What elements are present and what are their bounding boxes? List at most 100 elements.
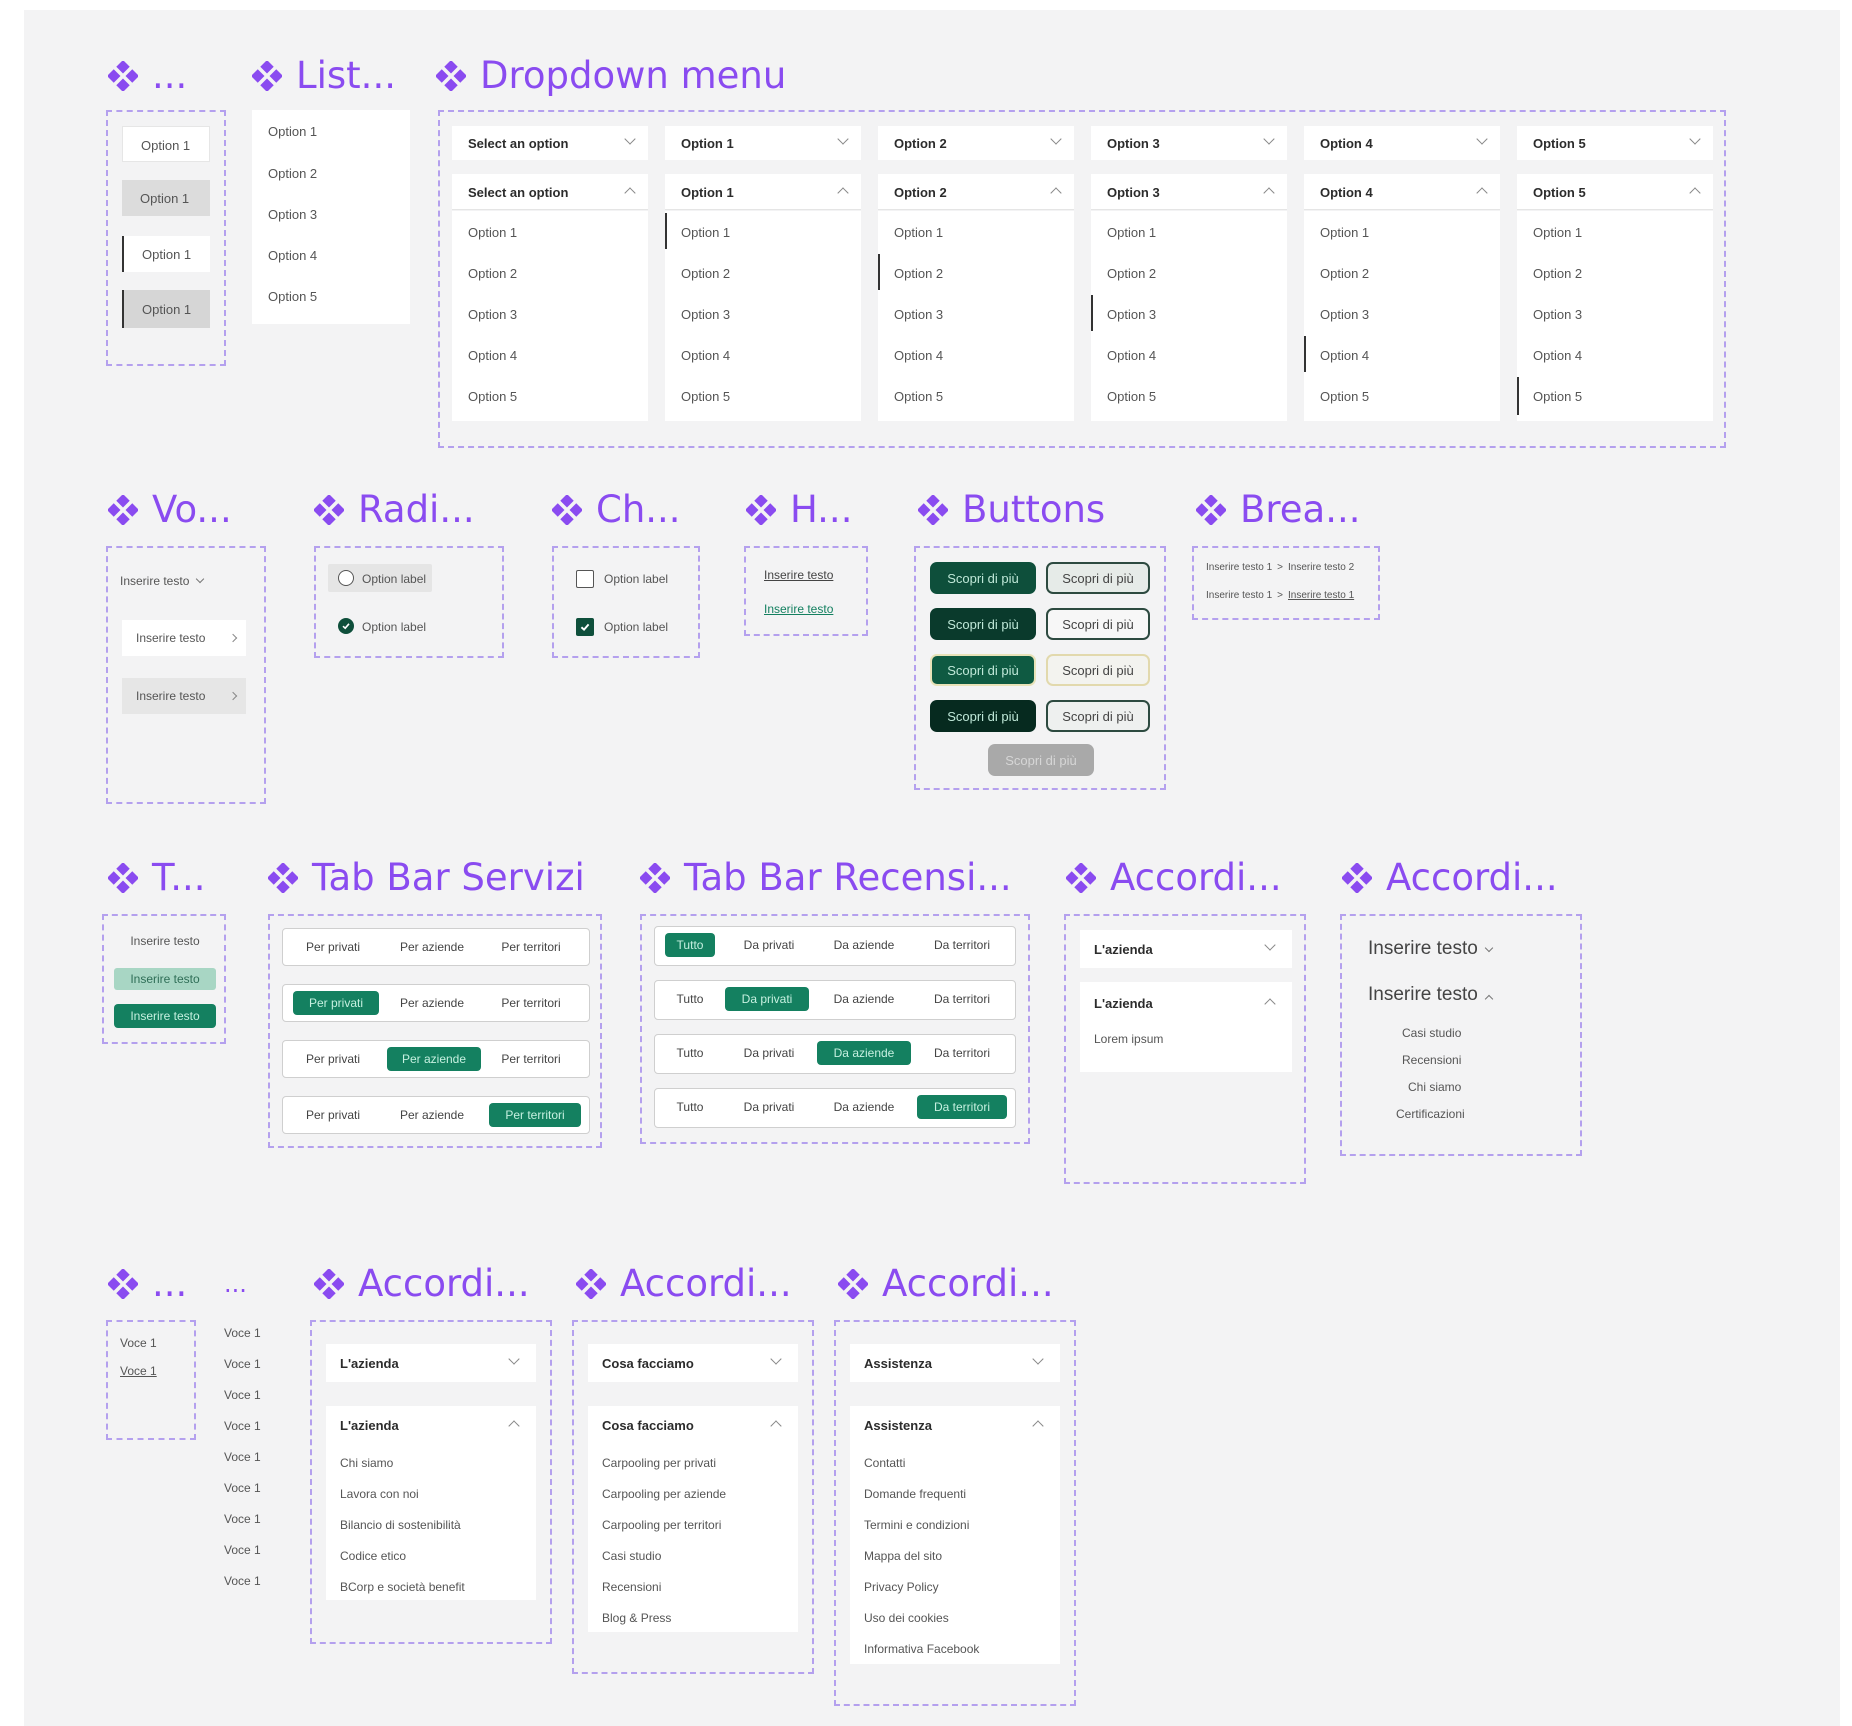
- accordion-link[interactable]: Codice etico: [340, 1549, 406, 1563]
- tab-per-privati[interactable]: Per privati: [293, 991, 379, 1015]
- dropdown-open[interactable]: Option 4: [1304, 174, 1500, 210]
- voce-item[interactable]: Voce 1: [224, 1357, 261, 1371]
- voce-item[interactable]: Voce 1: [224, 1574, 261, 1588]
- accordion-link[interactable]: Contatti: [864, 1456, 905, 1470]
- tab-tutto[interactable]: Tutto: [665, 933, 715, 957]
- dropdown-option[interactable]: Option 1: [1533, 225, 1582, 240]
- accordion-link[interactable]: Recensioni: [1402, 1053, 1461, 1067]
- list-item[interactable]: Option 3: [268, 207, 317, 222]
- voce-item[interactable]: Voce 1: [224, 1543, 261, 1557]
- tab-da-territori[interactable]: Da territori: [917, 1041, 1007, 1065]
- breadcrumb-item[interactable]: Inserire testo 2: [1288, 562, 1354, 573]
- dropdown-option[interactable]: Option 4: [1533, 348, 1582, 363]
- dropdown-option[interactable]: Option 3: [894, 307, 943, 322]
- tab-tutto[interactable]: Tutto: [665, 987, 715, 1011]
- voice-menu[interactable]: Inserire testo: [120, 574, 205, 588]
- dropdown-option[interactable]: Option 5: [1320, 389, 1369, 404]
- primary-button-pressed[interactable]: Scopri di più: [930, 700, 1036, 732]
- accordion-link[interactable]: Uso dei cookies: [864, 1611, 949, 1625]
- list-item[interactable]: Option 5: [268, 289, 317, 304]
- primary-button-hover[interactable]: Scopri di più: [930, 608, 1036, 640]
- dropdown-option[interactable]: Option 1: [681, 225, 730, 240]
- accordion-link[interactable]: Chi siamo: [1408, 1080, 1461, 1094]
- accordion-link[interactable]: Informativa Facebook: [864, 1642, 979, 1656]
- tab-per-aziende[interactable]: Per aziende: [387, 1047, 481, 1071]
- tab-da-territori[interactable]: Da territori: [917, 987, 1007, 1011]
- chevron-up-icon[interactable]: [1032, 1420, 1044, 1432]
- voce-item[interactable]: Voce 1: [224, 1512, 261, 1526]
- list-item[interactable]: Option 2: [268, 166, 317, 181]
- accordion-link[interactable]: Carpooling per privati: [602, 1456, 716, 1470]
- accordion-link[interactable]: Carpooling per territori: [602, 1518, 721, 1532]
- accordion-title[interactable]: Cosa facciamo: [602, 1418, 694, 1433]
- tab-tutto[interactable]: Tutto: [665, 1095, 715, 1119]
- voce-link[interactable]: Voce 1: [120, 1336, 157, 1350]
- secondary-button[interactable]: Scopri di più: [1046, 562, 1150, 594]
- dropdown-option[interactable]: Option 4: [681, 348, 730, 363]
- tab-da-aziende[interactable]: Da aziende: [819, 1095, 909, 1119]
- tab-per-territori[interactable]: Per territori: [487, 1047, 575, 1071]
- accordion-header[interactable]: Inserire testo: [1368, 938, 1494, 960]
- accordion-link[interactable]: Lavora con noi: [340, 1487, 419, 1501]
- dropdown-closed[interactable]: Option 3: [1091, 126, 1287, 160]
- tab-per-privati[interactable]: Per privati: [293, 1103, 373, 1127]
- item-default[interactable]: Option 1: [122, 126, 210, 162]
- voce-link-hover[interactable]: Voce 1: [120, 1364, 157, 1378]
- accordion-link[interactable]: Termini e condizioni: [864, 1518, 969, 1532]
- accordion-link[interactable]: Mappa del sito: [864, 1549, 942, 1563]
- tab-per-aziende[interactable]: Per aziende: [389, 935, 475, 959]
- dropdown-option[interactable]: Option 2: [468, 266, 517, 281]
- tab-da-privati[interactable]: Da privati: [729, 933, 809, 957]
- accordion-link[interactable]: Bilancio di sostenibilità: [340, 1518, 461, 1532]
- dropdown-open[interactable]: Option 3: [1091, 174, 1287, 210]
- list-item[interactable]: Option 1: [268, 124, 317, 139]
- hyperlink-hover[interactable]: Inserire testo: [764, 602, 833, 616]
- list-item[interactable]: Option 4: [268, 248, 317, 263]
- secondary-button-hover[interactable]: Scopri di più: [1046, 608, 1150, 640]
- primary-button[interactable]: Scopri di più: [930, 562, 1036, 594]
- tab-per-privati[interactable]: Per privati: [293, 1047, 373, 1071]
- dropdown-option[interactable]: Option 1: [1320, 225, 1369, 240]
- dropdown-closed[interactable]: Option 5: [1517, 126, 1713, 160]
- accordion-link[interactable]: Recensioni: [602, 1580, 661, 1594]
- dropdown-option[interactable]: Option 3: [681, 307, 730, 322]
- voce-item[interactable]: Voce 1: [224, 1450, 261, 1464]
- dropdown-option[interactable]: Option 5: [894, 389, 943, 404]
- dropdown-option[interactable]: Option 4: [1107, 348, 1156, 363]
- dropdown-option[interactable]: Option 2: [894, 266, 943, 281]
- dropdown-closed[interactable]: Option 4: [1304, 126, 1500, 160]
- dropdown-closed[interactable]: Select an option: [452, 126, 648, 160]
- dropdown-option[interactable]: Option 1: [894, 225, 943, 240]
- dropdown-option[interactable]: Option 3: [1107, 307, 1156, 322]
- tab-tutto[interactable]: Tutto: [665, 1041, 715, 1065]
- dropdown-open[interactable]: Option 1: [665, 174, 861, 210]
- dropdown-closed[interactable]: Option 1: [665, 126, 861, 160]
- tab-da-territori[interactable]: Da territori: [917, 1095, 1007, 1119]
- tab-per-territori[interactable]: Per territori: [489, 1103, 581, 1127]
- dropdown-option[interactable]: Option 1: [1107, 225, 1156, 240]
- voce-item[interactable]: Voce 1: [224, 1481, 261, 1495]
- checkbox-checked-icon[interactable]: [576, 618, 594, 636]
- tab-per-privati[interactable]: Per privati: [293, 935, 373, 959]
- dropdown-option[interactable]: Option 2: [681, 266, 730, 281]
- accordion-link[interactable]: BCorp e società benefit: [340, 1580, 465, 1594]
- breadcrumb-item[interactable]: Inserire testo 1: [1288, 590, 1354, 601]
- voce-item[interactable]: Voce 1: [224, 1388, 261, 1402]
- chevron-up-icon[interactable]: [508, 1420, 520, 1432]
- checkbox-unchecked-icon[interactable]: [576, 570, 594, 588]
- voce-item[interactable]: Voce 1: [224, 1326, 261, 1340]
- tab-per-aziende[interactable]: Per aziende: [389, 991, 475, 1015]
- accordion-link[interactable]: Casi studio: [1402, 1026, 1461, 1040]
- dropdown-option[interactable]: Option 3: [1533, 307, 1582, 322]
- dropdown-option[interactable]: Option 3: [1320, 307, 1369, 322]
- dropdown-closed[interactable]: Option 2: [878, 126, 1074, 160]
- dropdown-option[interactable]: Option 1: [468, 225, 517, 240]
- accordion-closed[interactable]: Cosa facciamo: [588, 1344, 798, 1382]
- dropdown-option[interactable]: Option 4: [1320, 348, 1369, 363]
- dropdown-option[interactable]: Option 5: [1533, 389, 1582, 404]
- dropdown-open[interactable]: Option 2: [878, 174, 1074, 210]
- accordion-closed[interactable]: Assistenza: [850, 1344, 1060, 1382]
- primary-button-focus[interactable]: Scopri di più: [930, 654, 1036, 686]
- accordion-link[interactable]: Blog & Press: [602, 1611, 671, 1625]
- tag[interactable]: Inserire testo: [114, 930, 216, 952]
